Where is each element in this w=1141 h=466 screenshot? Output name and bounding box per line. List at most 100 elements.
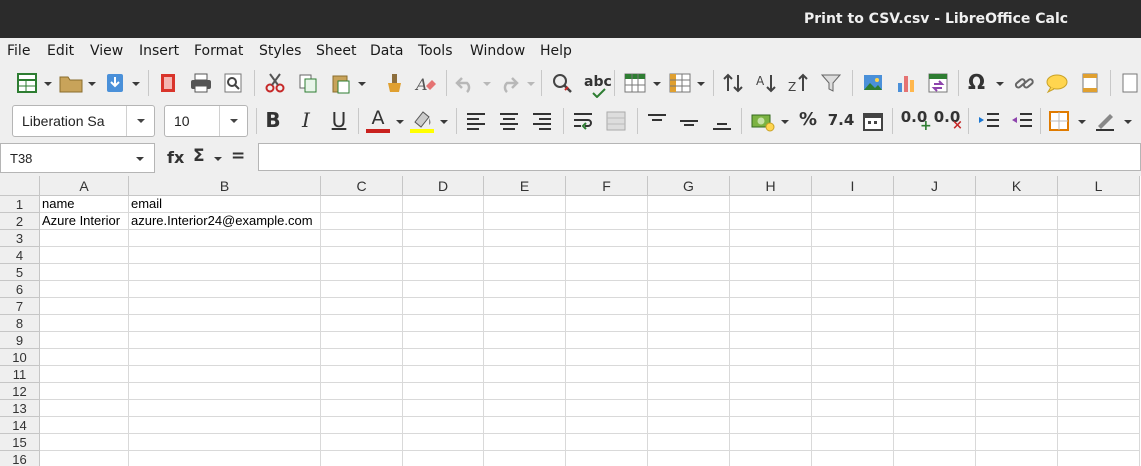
cell[interactable]: [129, 264, 321, 281]
cell[interactable]: [40, 298, 129, 315]
row-header[interactable]: 15: [0, 434, 40, 451]
special-character-icon[interactable]: Ω: [968, 70, 985, 94]
cell[interactable]: [321, 349, 403, 366]
column-header[interactable]: H: [730, 176, 812, 196]
export-pdf-icon[interactable]: [158, 72, 178, 94]
column-header[interactable]: K: [976, 176, 1058, 196]
cell[interactable]: [648, 383, 730, 400]
print-icon[interactable]: [189, 72, 213, 94]
cell[interactable]: [812, 213, 894, 230]
cell[interactable]: [129, 451, 321, 466]
align-center-icon[interactable]: [498, 111, 520, 131]
percent-format-button[interactable]: %: [796, 109, 820, 130]
font-name-combobox[interactable]: Liberation Sa: [12, 105, 155, 137]
cell[interactable]: [1058, 349, 1140, 366]
cell[interactable]: [129, 349, 321, 366]
cell[interactable]: [566, 315, 648, 332]
cell[interactable]: [403, 264, 484, 281]
cell[interactable]: [484, 196, 566, 213]
cell[interactable]: [403, 281, 484, 298]
cell[interactable]: [648, 349, 730, 366]
cell[interactable]: [321, 366, 403, 383]
cell[interactable]: [976, 213, 1058, 230]
cell[interactable]: [403, 332, 484, 349]
cell[interactable]: [1058, 434, 1140, 451]
currency-dropdown-arrow[interactable]: [781, 120, 789, 124]
menu-insert[interactable]: Insert: [139, 43, 179, 59]
name-box[interactable]: T38: [0, 143, 155, 173]
cell[interactable]: [321, 451, 403, 466]
cell[interactable]: [894, 230, 976, 247]
cell[interactable]: [812, 451, 894, 466]
cell[interactable]: [321, 383, 403, 400]
cell[interactable]: [976, 196, 1058, 213]
align-left-icon[interactable]: [465, 111, 487, 131]
cell[interactable]: [566, 366, 648, 383]
cell[interactable]: [730, 417, 812, 434]
cell[interactable]: [484, 332, 566, 349]
comment-icon[interactable]: [1045, 72, 1071, 94]
function-wizard-button[interactable]: fx: [167, 148, 184, 167]
cell[interactable]: [976, 417, 1058, 434]
autofilter-icon[interactable]: [820, 72, 842, 94]
sort-descending-icon[interactable]: Z: [787, 72, 811, 94]
cell[interactable]: [894, 281, 976, 298]
cell[interactable]: [648, 315, 730, 332]
cell[interactable]: [484, 417, 566, 434]
header-footer-icon[interactable]: [1080, 72, 1100, 94]
cell[interactable]: [566, 400, 648, 417]
cell[interactable]: [566, 298, 648, 315]
highlight-color-icon[interactable]: [410, 108, 434, 130]
column-header[interactable]: B: [129, 176, 321, 196]
cell[interactable]: [894, 349, 976, 366]
cell[interactable]: [812, 332, 894, 349]
menu-data[interactable]: Data: [370, 43, 403, 59]
row-header[interactable]: 9: [0, 332, 40, 349]
cell[interactable]: [976, 434, 1058, 451]
column-header[interactable]: F: [566, 176, 648, 196]
cut-icon[interactable]: [264, 72, 286, 94]
menu-window[interactable]: Window: [470, 43, 525, 59]
cell[interactable]: [894, 247, 976, 264]
cell[interactable]: [484, 383, 566, 400]
cell[interactable]: [40, 417, 129, 434]
row-header[interactable]: 12: [0, 383, 40, 400]
cell[interactable]: [730, 349, 812, 366]
cell[interactable]: [403, 417, 484, 434]
cell[interactable]: [484, 298, 566, 315]
column-header[interactable]: L: [1058, 176, 1140, 196]
cell[interactable]: [976, 349, 1058, 366]
align-right-icon[interactable]: [531, 111, 553, 131]
cell[interactable]: [648, 366, 730, 383]
cell[interactable]: [403, 366, 484, 383]
formula-input[interactable]: [258, 143, 1141, 171]
cell[interactable]: [730, 366, 812, 383]
cell[interactable]: [566, 196, 648, 213]
cell[interactable]: [730, 230, 812, 247]
font-size-combobox[interactable]: 10: [164, 105, 248, 137]
cell[interactable]: [976, 366, 1058, 383]
cell[interactable]: [566, 349, 648, 366]
cell[interactable]: [976, 230, 1058, 247]
cell[interactable]: [321, 230, 403, 247]
cell[interactable]: [566, 213, 648, 230]
cell[interactable]: [730, 434, 812, 451]
cell[interactable]: [1058, 417, 1140, 434]
number-format-button[interactable]: 7.4: [827, 111, 855, 129]
more-options-icon[interactable]: [1120, 72, 1141, 94]
menu-styles[interactable]: Styles: [259, 43, 301, 59]
underline-button[interactable]: U: [329, 108, 349, 132]
cell[interactable]: [894, 315, 976, 332]
row-header[interactable]: 11: [0, 366, 40, 383]
menu-view[interactable]: View: [90, 43, 123, 59]
sum-dropdown-arrow[interactable]: [214, 157, 222, 161]
cell[interactable]: [894, 400, 976, 417]
cell[interactable]: [730, 400, 812, 417]
cell[interactable]: [812, 230, 894, 247]
clear-formatting-icon[interactable]: A: [414, 72, 438, 94]
cell[interactable]: [403, 383, 484, 400]
cell[interactable]: [730, 451, 812, 466]
cell[interactable]: [484, 315, 566, 332]
cell[interactable]: [566, 230, 648, 247]
cell[interactable]: [976, 281, 1058, 298]
